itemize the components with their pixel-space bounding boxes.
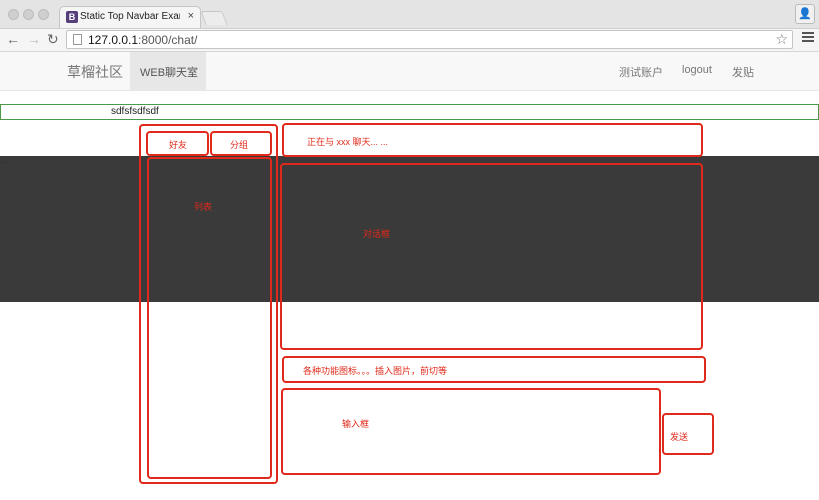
tab-close-icon[interactable]: × bbox=[188, 10, 194, 22]
close-window-button[interactable] bbox=[8, 9, 19, 20]
zoom-window-button[interactable] bbox=[38, 9, 49, 20]
chat-header: 正在与 xxx 聊天... ... bbox=[282, 123, 703, 157]
dialog-box: 对话框 bbox=[280, 163, 703, 350]
nav-item-chat-label: WEB聊天室 bbox=[140, 67, 199, 79]
nav-item-test-account[interactable]: 测试账户 bbox=[619, 64, 663, 80]
contact-list[interactable]: 列表 bbox=[147, 157, 272, 479]
browser-titlebar: B Static Top Navbar Example × 👤 bbox=[0, 0, 819, 29]
site-navbar: 草榴社区 WEB聊天室 测试账户 logout 发贴 bbox=[0, 52, 819, 91]
groups-tab[interactable]: 分组 bbox=[210, 131, 272, 156]
navbar-brand[interactable]: 草榴社区 bbox=[67, 62, 123, 82]
text-input-bar[interactable]: sdfsfsdfsdf bbox=[0, 104, 819, 120]
reload-icon[interactable]: ↻ bbox=[47, 31, 59, 48]
new-tab-button[interactable] bbox=[200, 11, 228, 25]
message-input-label: 输入框 bbox=[342, 419, 370, 429]
contact-list-label: 列表 bbox=[194, 202, 213, 212]
hamburger-menu-icon[interactable] bbox=[802, 32, 814, 44]
nav-item-chat[interactable]: WEB聊天室 bbox=[130, 52, 206, 90]
friends-tab-label: 好友 bbox=[169, 140, 188, 150]
send-button[interactable]: 发送 bbox=[662, 413, 714, 455]
url-text: 127.0.0.1:8000/chat/ bbox=[88, 33, 198, 47]
nav-item-post[interactable]: 发贴 bbox=[732, 64, 754, 80]
friends-tab[interactable]: 好友 bbox=[146, 131, 209, 156]
back-arrow-icon[interactable]: ← bbox=[6, 31, 20, 47]
text-input-value: sdfsfsdfsdf bbox=[111, 106, 159, 117]
profile-icon[interactable]: 👤 bbox=[795, 4, 815, 24]
address-bar[interactable]: 127.0.0.1:8000/chat/ ☆ bbox=[66, 30, 793, 49]
page-icon bbox=[73, 34, 82, 45]
function-toolbar-label: 各种功能图标。。。插入图片，前切等 bbox=[303, 366, 448, 376]
browser-tab[interactable]: B Static Top Navbar Example × bbox=[59, 6, 201, 28]
forward-arrow-icon[interactable]: → bbox=[27, 31, 41, 47]
nav-item-logout[interactable]: logout bbox=[682, 64, 712, 76]
dark-panel-text: ... bbox=[0, 159, 6, 165]
bookmark-star-icon[interactable]: ☆ bbox=[775, 31, 788, 48]
message-input-box[interactable]: 输入框 bbox=[281, 388, 661, 475]
minimize-window-button[interactable] bbox=[23, 9, 34, 20]
browser-toolbar: ← → ↻ 127.0.0.1:8000/chat/ ☆ bbox=[0, 29, 819, 52]
groups-tab-label: 分组 bbox=[230, 140, 249, 150]
function-toolbar[interactable]: 各种功能图标。。。插入图片，前切等 bbox=[282, 356, 706, 383]
tab-title: Static Top Navbar Example bbox=[80, 11, 180, 22]
send-button-label: 发送 bbox=[670, 432, 689, 442]
chat-header-label: 正在与 xxx 聊天... ... bbox=[307, 137, 389, 147]
bootstrap-favicon-icon: B bbox=[66, 11, 78, 23]
dialog-box-label: 对话框 bbox=[363, 229, 391, 239]
